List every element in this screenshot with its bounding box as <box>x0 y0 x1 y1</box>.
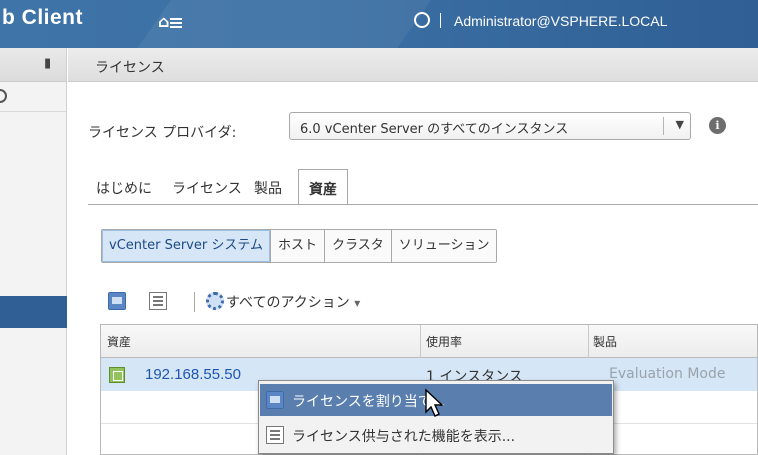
toolbar-separator <box>194 292 195 312</box>
user-menu[interactable]: Administrator@VSPHERE.LOCAL <box>454 13 667 29</box>
tab-assets[interactable]: 資産 <box>298 169 348 205</box>
menu-item-view-licensed-features[interactable]: ライセンス供与された機能を表示... <box>260 419 612 451</box>
column-header-usage[interactable]: 使用率 <box>426 333 462 350</box>
tab-getting-started[interactable]: はじめに <box>96 169 152 204</box>
home-menu-icon[interactable]: ⌂ <box>158 12 183 31</box>
assign-license-icon[interactable] <box>108 292 126 310</box>
asset-type-selector: vCenter Server システム ホスト クラスタ ソリューション <box>101 229 498 263</box>
navigator-panel: ▮ <box>0 48 67 455</box>
menu-item-label: ライセンスを割り当て... <box>292 394 446 410</box>
tab-underline <box>88 204 758 205</box>
table-header: 資産 使用率 製品 <box>101 325 757 358</box>
vcenter-server-icon <box>109 367 125 383</box>
provider-label: ライセンス プロバイダ: <box>88 125 237 141</box>
dropdown-divider <box>663 117 664 135</box>
history-icon[interactable] <box>0 89 7 103</box>
menu-lines-icon <box>170 16 183 30</box>
navigator-toolbar <box>0 82 66 112</box>
column-header-product[interactable]: 製品 <box>593 333 617 350</box>
navigator-selected-item[interactable] <box>0 296 67 328</box>
refresh-icon[interactable] <box>414 12 430 28</box>
home-icon: ⌂ <box>158 12 170 31</box>
info-icon[interactable]: i <box>709 117 726 134</box>
asset-type-solutions[interactable]: ソリューション <box>390 230 497 262</box>
all-actions-label: すべてのアクション <box>226 295 350 311</box>
feature-list-icon <box>266 426 284 444</box>
all-actions-menu[interactable]: すべてのアクション ▾ <box>226 292 360 312</box>
asset-type-hosts[interactable]: ホスト <box>269 230 324 262</box>
app-title: b Client <box>2 6 83 29</box>
provider-dropdown[interactable]: 6.0 vCenter Server のすべてのインスタンス ▼ <box>289 112 691 140</box>
gear-icon[interactable] <box>206 292 224 310</box>
tab-products[interactable]: 製品 <box>254 169 282 204</box>
main-header: ライセンス <box>68 48 758 82</box>
asset-type-vcenter[interactable]: vCenter Server システム <box>102 230 270 262</box>
top-bar: b Client ⌂ Administrator@VSPHERE.LOCAL <box>0 0 758 48</box>
chevron-down-icon: ▾ <box>354 296 361 310</box>
asset-type-clusters[interactable]: クラスタ <box>323 230 391 262</box>
tab-licenses[interactable]: ライセンス <box>172 169 242 204</box>
provider-selected-value: 6.0 vCenter Server のすべてのインスタンス <box>300 122 569 137</box>
product-cell: Evaluation Mode <box>609 366 726 382</box>
assign-license-icon <box>266 391 284 409</box>
chevron-down-icon[interactable]: ▼ <box>676 118 684 131</box>
pin-icon[interactable]: ▮ <box>44 56 51 71</box>
header-separator <box>440 13 441 28</box>
column-header-asset[interactable]: 資産 <box>107 333 131 350</box>
mouse-pointer-icon <box>425 388 444 417</box>
navigator-header: ▮ <box>0 48 66 82</box>
menu-item-label: ライセンス供与された機能を表示... <box>292 429 516 445</box>
asset-name-link[interactable]: 192.168.55.50 <box>145 366 241 383</box>
feature-list-icon[interactable] <box>149 292 167 310</box>
page-title: ライセンス <box>95 60 165 76</box>
